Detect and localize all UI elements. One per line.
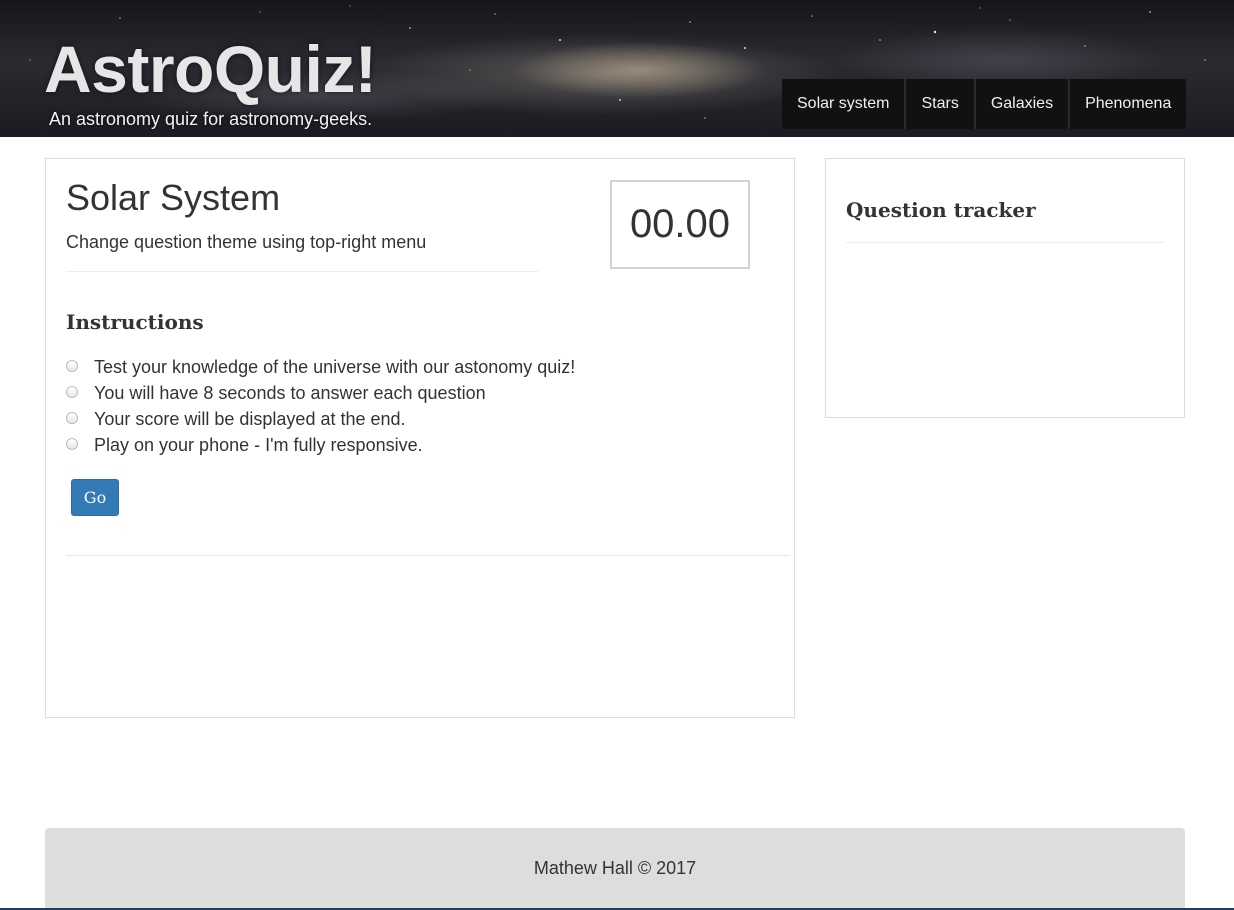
divider <box>66 271 538 272</box>
instruction-text: Your score will be displayed at the end. <box>94 408 406 429</box>
list-item: Play on your phone - I'm fully responsiv… <box>66 432 575 458</box>
nav-item-solar-system[interactable]: Solar system <box>782 79 907 129</box>
instruction-text: Play on your phone - I'm fully responsiv… <box>94 434 423 455</box>
theme-title: Solar System <box>66 177 281 218</box>
nav-item-phenomena[interactable]: Phenomena <box>1070 79 1186 129</box>
theme-hint: Change question theme using top-right me… <box>66 232 427 252</box>
bullet-radio-icon <box>66 386 78 398</box>
quiz-panel: Solar System Change question theme using… <box>45 158 795 718</box>
instruction-text: Test your knowledge of the universe with… <box>94 356 576 377</box>
bullet-radio-icon <box>66 360 78 372</box>
list-item: Test your knowledge of the universe with… <box>66 354 575 380</box>
instructions-heading: Instructions <box>66 310 204 334</box>
nav-item-galaxies[interactable]: Galaxies <box>976 79 1071 129</box>
bullet-radio-icon <box>66 438 78 450</box>
site-footer: Mathew Hall © 2017 <box>45 828 1185 910</box>
bullet-radio-icon <box>66 412 78 424</box>
theme-menu: Solar system Stars Galaxies Phenomena <box>782 79 1187 129</box>
question-tracker-panel: Question tracker <box>825 158 1185 418</box>
instructions-list: Test your knowledge of the universe with… <box>66 354 575 458</box>
instruction-text: You will have 8 seconds to answer each q… <box>94 382 486 403</box>
footer-copyright: Mathew Hall © 2017 <box>533 858 697 878</box>
go-button[interactable]: Go <box>71 479 119 516</box>
countdown-timer: 00.00 <box>610 180 750 269</box>
site-subtitle: An astronomy quiz for astronomy-geeks. <box>49 109 373 129</box>
site-header: AstroQuiz! An astronomy quiz for astrono… <box>0 0 1234 137</box>
divider <box>846 242 1164 243</box>
nav-item-stars[interactable]: Stars <box>906 79 976 129</box>
list-item: You will have 8 seconds to answer each q… <box>66 380 575 406</box>
list-item: Your score will be displayed at the end. <box>66 406 575 432</box>
divider <box>66 555 789 556</box>
site-title: AstroQuiz! <box>44 32 377 106</box>
question-tracker-heading: Question tracker <box>846 198 1036 222</box>
